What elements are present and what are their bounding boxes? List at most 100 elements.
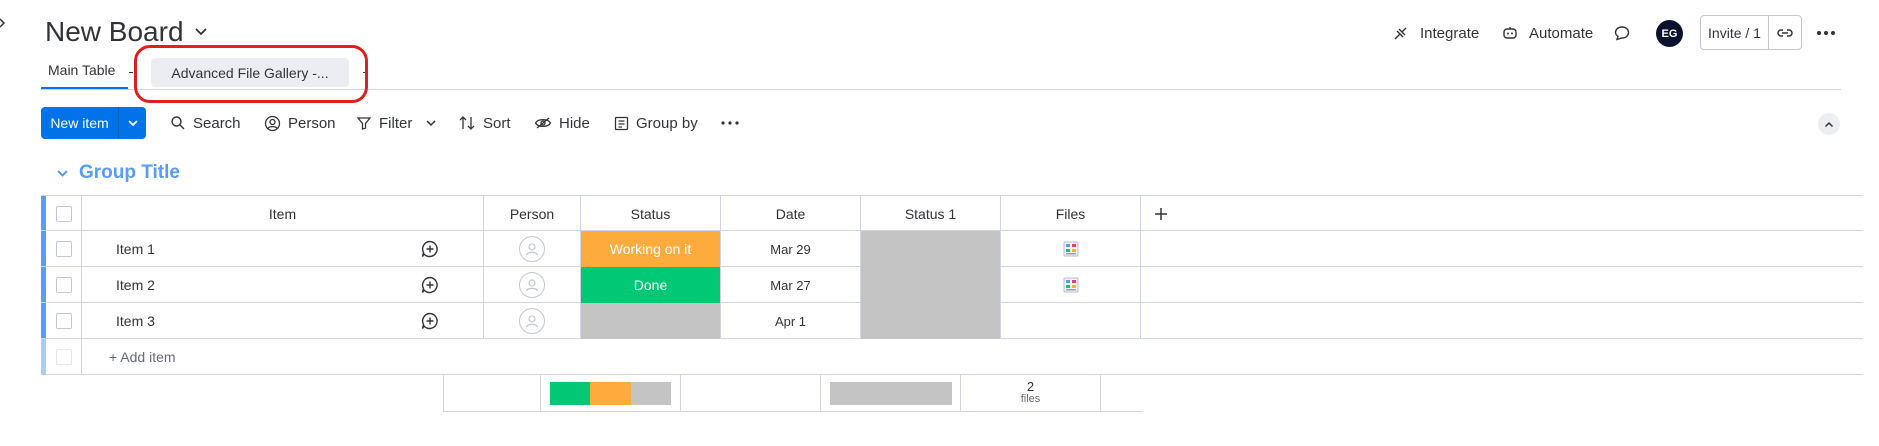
avatar[interactable]: EG	[1656, 20, 1683, 47]
row-checkbox[interactable]	[55, 277, 72, 293]
filter-dropdown-icon[interactable]	[424, 117, 438, 129]
search-icon	[170, 115, 186, 131]
group-header[interactable]: Group Title	[56, 162, 180, 184]
search-button[interactable]: Search	[170, 112, 241, 134]
chevron-down-icon[interactable]	[194, 27, 208, 37]
files-cell[interactable]	[1001, 231, 1141, 267]
select-all-checkbox[interactable]	[55, 206, 72, 222]
empty-person-avatar	[519, 308, 545, 334]
group-by-button[interactable]: Group by	[614, 112, 698, 134]
row-checkbox[interactable]	[55, 241, 72, 257]
item-name[interactable]: Item 3	[82, 303, 382, 339]
item-name[interactable]: Item 2	[82, 267, 382, 303]
new-item-button-group: New item	[41, 107, 146, 139]
collapse-header-button[interactable]	[1818, 113, 1840, 135]
row-select-cell	[46, 303, 82, 339]
integrate-icon	[1392, 24, 1410, 42]
status-segment-working	[590, 381, 631, 405]
file-thumbnail-icon[interactable]	[1063, 277, 1079, 293]
status-1-distribution-bar	[829, 381, 952, 405]
person-cell[interactable]	[484, 267, 581, 303]
date-cell[interactable]: Apr 1	[721, 303, 861, 339]
avatar-initials: EG	[1661, 27, 1678, 40]
sort-label: Sort	[483, 114, 511, 132]
more-options-icon[interactable]	[1815, 24, 1837, 42]
status-segment-empty	[630, 381, 672, 405]
integrate-button[interactable]: Integrate	[1392, 20, 1479, 46]
status-cell[interactable]: Done	[581, 267, 721, 303]
table-row[interactable]: Item 2 Done Mar 27	[41, 267, 1863, 303]
filter-button[interactable]: Filter	[356, 112, 412, 134]
person-summary	[444, 375, 541, 411]
add-item-row[interactable]: + Add item	[41, 339, 1863, 375]
tab-main-table[interactable]: Main Table	[48, 62, 115, 78]
person-filter-button[interactable]: Person	[264, 112, 336, 134]
add-comment-icon	[420, 239, 440, 259]
column-header-person[interactable]: Person	[484, 196, 581, 232]
automate-label: Automate	[1529, 24, 1594, 42]
status-1-cell[interactable]	[861, 267, 1001, 303]
column-header-status[interactable]: Status	[581, 196, 721, 232]
hide-button[interactable]: Hide	[534, 112, 590, 134]
files-cell[interactable]	[1001, 303, 1141, 339]
add-item-button[interactable]: + Add item	[82, 339, 482, 375]
person-cell[interactable]	[484, 231, 581, 267]
table-row[interactable]: Item 3 Apr 1	[41, 303, 1863, 339]
status-1-cell[interactable]	[861, 303, 1001, 339]
search-label: Search	[193, 114, 241, 132]
status-cell[interactable]: Working on it	[581, 231, 721, 267]
person-cell[interactable]	[484, 303, 581, 339]
select-all-cell	[46, 196, 82, 232]
new-item-dropdown[interactable]	[118, 107, 146, 139]
link-icon	[1776, 27, 1794, 39]
status-1-cell[interactable]	[861, 231, 1001, 267]
empty-person-avatar	[519, 236, 545, 262]
hide-label: Hide	[559, 114, 590, 132]
column-header-item[interactable]: Item	[82, 196, 484, 232]
sidebar-expand-icon[interactable]	[0, 14, 10, 32]
column-header-date[interactable]: Date	[721, 196, 861, 232]
new-item-button[interactable]: New item	[41, 107, 118, 139]
invite-button[interactable]: Invite / 1	[1701, 16, 1768, 49]
date-cell[interactable]: Mar 27	[721, 267, 861, 303]
add-update-button[interactable]	[377, 231, 484, 267]
group-title[interactable]: Group Title	[79, 162, 180, 184]
add-update-button[interactable]	[377, 303, 484, 339]
status-segment-done	[549, 381, 591, 405]
date-summary	[681, 375, 821, 411]
files-count: 2	[1026, 379, 1035, 395]
status-distribution-bar	[549, 381, 672, 405]
sort-icon	[458, 115, 476, 131]
group-by-icon	[614, 116, 629, 131]
table-header: Item Person Status Date Status 1 Files	[41, 195, 1863, 232]
eye-hidden-icon	[534, 116, 552, 130]
board-title[interactable]: New Board	[45, 16, 208, 48]
status-summary[interactable]	[541, 375, 681, 411]
column-header-files[interactable]: Files	[1001, 196, 1141, 232]
board-title-text: New Board	[45, 16, 184, 47]
chat-bubble-icon	[1613, 24, 1631, 42]
column-header-status-1[interactable]: Status 1	[861, 196, 1001, 232]
add-comment-icon	[420, 311, 440, 331]
filter-icon	[356, 115, 372, 131]
toolbar-more-icon[interactable]	[720, 117, 740, 129]
sort-button[interactable]: Sort	[458, 112, 511, 134]
copy-link-button[interactable]	[1768, 16, 1801, 49]
table-row[interactable]: Item 1 Working on it Mar 29	[41, 231, 1863, 267]
add-column-button[interactable]	[1141, 196, 1181, 232]
updates-button[interactable]	[1613, 20, 1631, 46]
add-update-button[interactable]	[377, 267, 484, 303]
files-unit: files	[1020, 393, 1041, 406]
row-checkbox[interactable]	[55, 313, 72, 329]
automate-button[interactable]: Automate	[1501, 20, 1593, 46]
status-1-summary[interactable]	[821, 375, 961, 411]
file-thumbnail-icon[interactable]	[1063, 241, 1079, 257]
files-cell[interactable]	[1001, 267, 1141, 303]
status-cell[interactable]	[581, 303, 721, 339]
files-summary[interactable]: 2 files	[961, 375, 1101, 411]
item-name[interactable]: Item 1	[82, 231, 382, 267]
chevron-down-icon[interactable]	[56, 169, 69, 178]
row-checkbox	[55, 349, 72, 365]
date-cell[interactable]: Mar 29	[721, 231, 861, 267]
row-select-cell	[46, 267, 82, 303]
